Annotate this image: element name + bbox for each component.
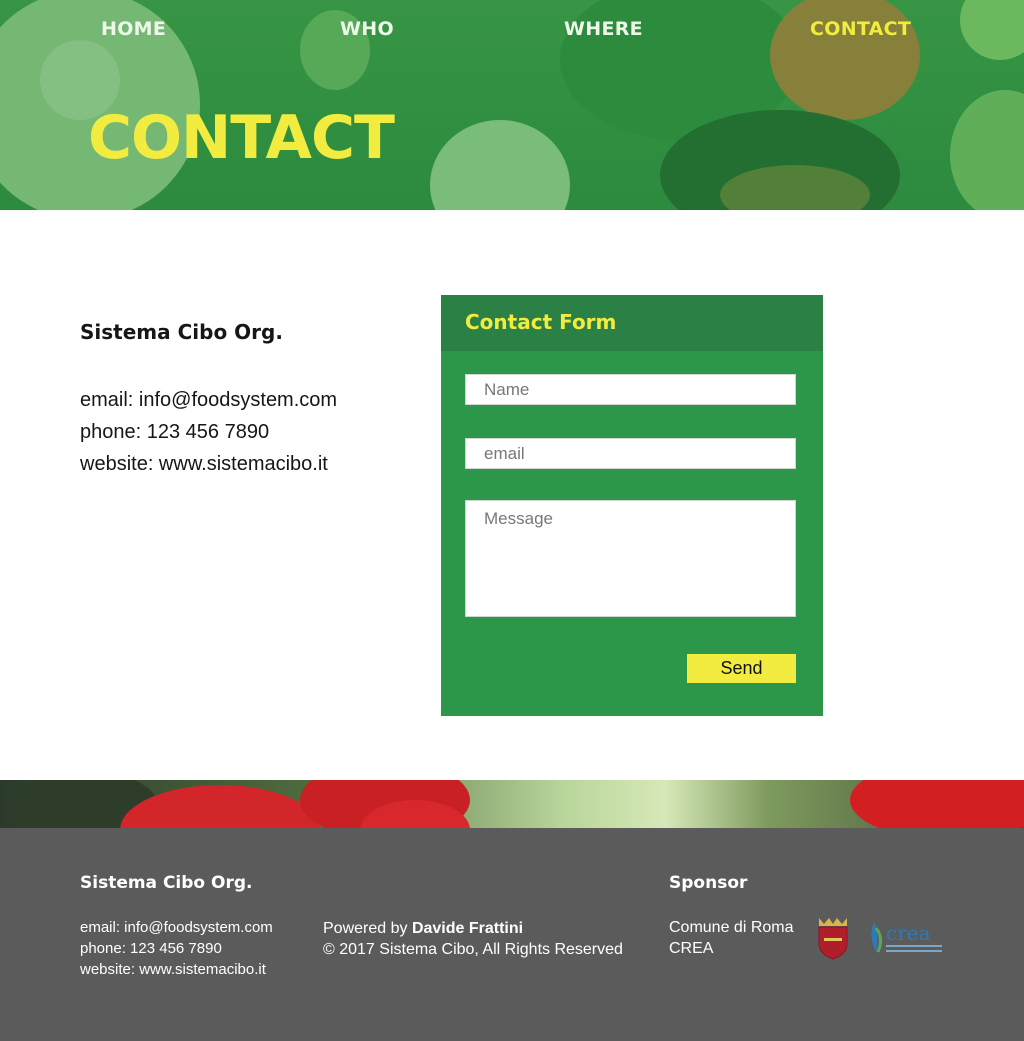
nav-who[interactable]: WHO: [340, 18, 394, 40]
form-title: Contact Form: [465, 310, 617, 334]
page-title: CONTACT: [88, 103, 395, 173]
form-header: Contact Form: [441, 295, 823, 351]
send-button[interactable]: Send: [687, 654, 796, 683]
sponsor-list: Comune di Roma CREA: [669, 917, 794, 959]
sponsor-title: Sponsor: [669, 873, 748, 893]
hero-banner: HOME WHO WHERE CONTACT CONTACT: [0, 0, 1024, 210]
footer-org-name: Sistema Cibo Org.: [80, 873, 253, 893]
crea-logo-text: crea: [886, 921, 931, 945]
sponsor-item: CREA: [669, 940, 714, 957]
nav-home[interactable]: HOME: [101, 18, 166, 40]
footer-phone: phone: 123 456 7890: [80, 940, 222, 957]
crea-logo-icon: crea: [871, 921, 942, 953]
main-nav: HOME WHO WHERE CONTACT: [0, 18, 1024, 46]
contact-email: email: info@foodsystem.com: [80, 389, 338, 411]
powered-author: Davide Frattini: [411, 920, 524, 937]
powered-prefix: Powered by: [323, 920, 412, 937]
footer: Sistema Cibo Org. email: info@foodsystem…: [0, 828, 1024, 1041]
nav-where[interactable]: WHERE: [564, 18, 643, 40]
message-textarea[interactable]: [465, 500, 796, 617]
email-input[interactable]: [465, 438, 796, 469]
vegetable-banner: [0, 780, 1024, 828]
footer-email: email: info@foodsystem.com: [80, 919, 273, 936]
footer-contact: email: info@foodsystem.com phone: 123 45…: [80, 917, 273, 980]
footer-credits: Powered by Davide Frattini © 2017 Sistem…: [323, 918, 623, 960]
sponsor-item: Comune di Roma: [669, 919, 794, 936]
footer-website: website: www.sistemacibo.it: [80, 961, 266, 978]
copyright: © 2017 Sistema Cibo, All Rights Reserved: [323, 941, 623, 958]
contact-website: website: www.sistemacibo.it: [80, 453, 328, 475]
contact-form: Contact Form Send: [441, 295, 823, 716]
nav-contact[interactable]: CONTACT: [810, 18, 911, 40]
contact-details: email: info@foodsystem.com phone: 123 45…: [80, 384, 337, 480]
contact-phone: phone: 123 456 7890: [80, 421, 270, 443]
pepper-shape: [850, 780, 1024, 828]
org-name: Sistema Cibo Org.: [80, 320, 283, 344]
name-input[interactable]: [465, 374, 796, 405]
roma-crest-icon: [818, 918, 848, 960]
